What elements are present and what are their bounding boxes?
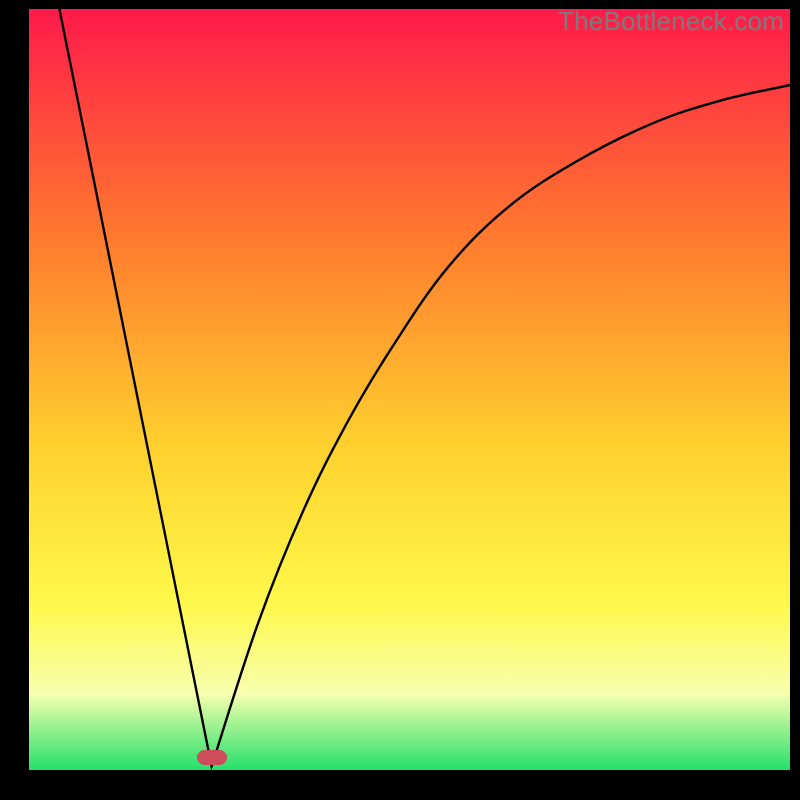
bottleneck-curve	[29, 9, 790, 770]
watermark-text: TheBottleneck.com	[558, 6, 784, 37]
curve-path	[59, 9, 790, 766]
chart-frame: TheBottleneck.com	[0, 0, 800, 800]
plot-area	[29, 9, 790, 770]
minimum-marker	[197, 750, 227, 765]
